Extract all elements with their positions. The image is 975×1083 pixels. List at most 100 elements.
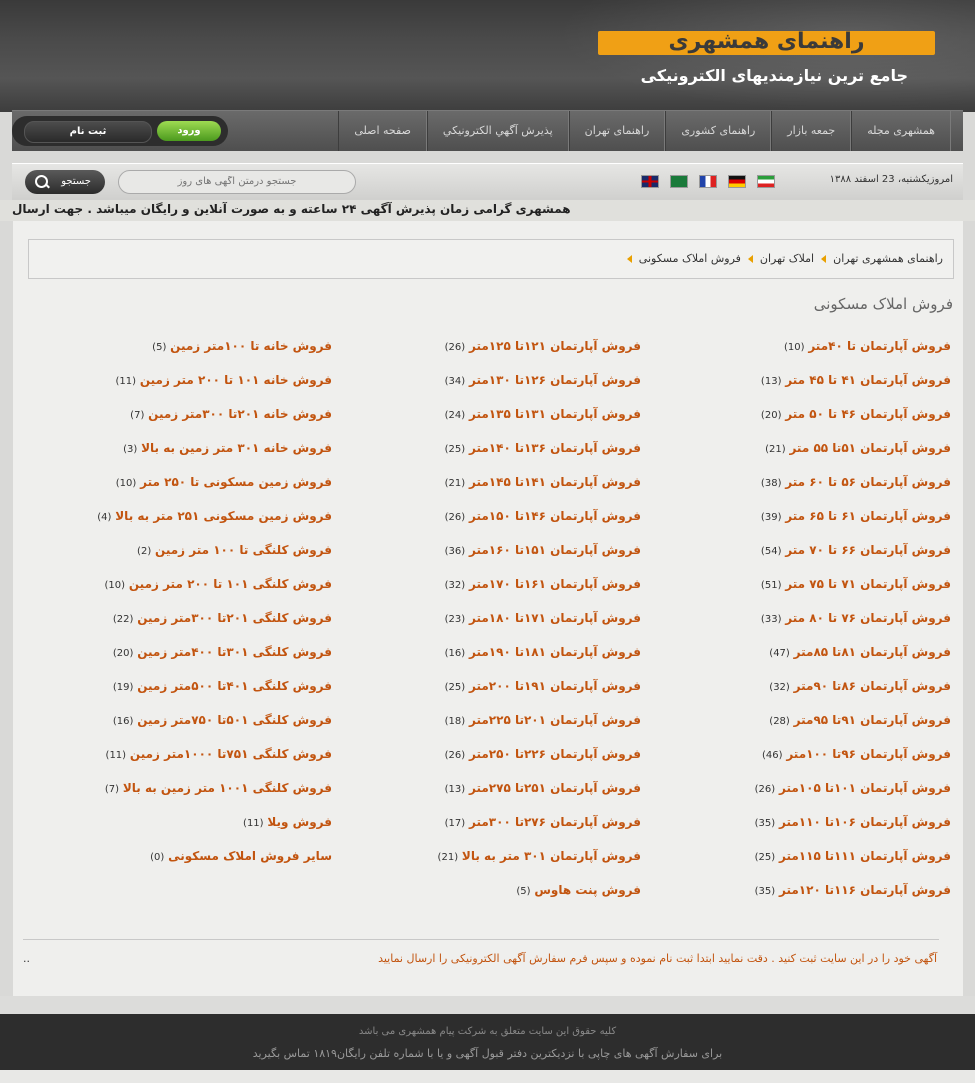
category-link[interactable]: فروش آپارتمان ۹۱تا ۹۵متر: [794, 713, 951, 727]
category-count: (17): [444, 818, 466, 829]
category-count: (0): [150, 852, 165, 863]
category-item: فروش آپارتمان ۱۲۱تا ۱۲۵متر (26): [438, 336, 641, 370]
breadcrumb-item[interactable]: راهنمای همشهری تهران: [833, 252, 943, 265]
nav-item-4[interactable]: راهنمای کشوری: [665, 111, 772, 151]
nav-item-1[interactable]: صفحه اصلی: [338, 111, 427, 151]
category-count: (5): [516, 886, 531, 897]
category-link[interactable]: فروش خانه ۲۰۱تا ۳۰۰متر زمین: [148, 407, 332, 421]
category-link[interactable]: فروش زمین مسکونی تا ۲۵۰ متر: [140, 475, 332, 489]
category-item: فروش آپارتمان ۶۶ تا ۷۰ متر (54): [755, 540, 951, 574]
category-item: فروش آپارتمان ۲۲۶تا ۲۵۰متر (26): [438, 744, 641, 778]
uk-flag-icon[interactable]: [641, 175, 659, 188]
category-item: فروش آپارتمان ۴۱ تا ۴۵ متر (13): [755, 370, 951, 404]
germany-flag-icon[interactable]: [728, 175, 746, 188]
site-tagline: جامع ترین نیازمندیهای الکترونیکی: [640, 66, 908, 85]
category-count: (39): [760, 512, 782, 523]
date-display: امروزیکشنبه، 23 اسفند ۱۳۸۸: [829, 174, 953, 185]
category-link[interactable]: فروش کلنگی ۷۵۱تا ۱۰۰۰متر زمین: [130, 747, 332, 761]
category-link[interactable]: فروش آپارتمان ۶۱ تا ۶۵ متر: [785, 509, 951, 523]
category-item: فروش آپارتمان ۷۱ تا ۷۵ متر (51): [755, 574, 951, 608]
category-link[interactable]: فروش آپارتمان ۹۶تا ۱۰۰متر: [786, 747, 951, 761]
category-link[interactable]: فروش خانه ۳۰۱ متر زمین به بالا: [141, 441, 332, 455]
category-link[interactable]: فروش آپارتمان ۱۲۱تا ۱۲۵متر: [469, 339, 641, 353]
registration-notice[interactable]: آگهی خود را در این سایت ثبت کنید . دقت ن…: [378, 952, 937, 965]
nav-item-3[interactable]: راهنمای تهران: [568, 111, 666, 151]
category-item: فروش آپارتمان ۹۱تا ۹۵متر (28): [755, 710, 951, 744]
search-button[interactable]: جستجو: [25, 170, 105, 194]
category-link[interactable]: فروش آپارتمان ۱۱۱تا ۱۱۵متر: [779, 849, 951, 863]
category-link[interactable]: فروش ویلا: [267, 815, 332, 829]
category-link[interactable]: فروش آپارتمان ۲۲۶تا ۲۵۰متر: [469, 747, 641, 761]
category-count: (2): [137, 546, 152, 557]
site-footer: کلیه حقوق این سایت متعلق به شرکت پیام هم…: [0, 1014, 975, 1070]
category-item: فروش آپارتمان ۱۹۱تا ۲۰۰متر (25): [438, 676, 641, 710]
saudi-flag-icon[interactable]: [670, 175, 688, 188]
category-count: (38): [760, 478, 782, 489]
category-link[interactable]: فروش آپارتمان ۱۰۶تا ۱۱۰متر: [779, 815, 951, 829]
category-link[interactable]: سایر فروش املاک مسکونی: [168, 849, 332, 863]
category-link[interactable]: فروش خانه تا ۱۰۰متر زمین: [170, 339, 332, 353]
register-button[interactable]: ثبت نام: [24, 121, 152, 143]
category-link[interactable]: فروش آپارتمان ۲۵۱تا ۲۷۵متر: [469, 781, 641, 795]
category-count: (25): [444, 682, 466, 693]
category-link[interactable]: فروش آپارتمان ۱۴۱تا ۱۴۵متر: [469, 475, 641, 489]
category-link[interactable]: فروش آپارتمان ۱۱۶تا ۱۲۰متر: [779, 883, 951, 897]
category-count: (32): [769, 682, 790, 693]
category-link[interactable]: فروش کلنگی ۱۰۱ تا ۲۰۰ متر زمین: [129, 577, 332, 591]
category-link[interactable]: فروش آپارتمان ۷۱ تا ۷۵ متر: [785, 577, 951, 591]
category-item: فروش کلنگی ۳۰۱تا ۴۰۰متر زمین (20): [97, 642, 332, 676]
category-link[interactable]: فروش آپارتمان ۱۷۱تا ۱۸۰متر: [469, 611, 641, 625]
category-link[interactable]: فروش زمین مسکونی ۲۵۱ متر به بالا: [115, 509, 332, 523]
category-link[interactable]: فروش پنت هاوس: [534, 883, 641, 897]
category-link[interactable]: فروش آپارتمان تا ۴۰متر: [808, 339, 951, 353]
category-link[interactable]: فروش آپارتمان ۶۶ تا ۷۰ متر: [785, 543, 951, 557]
category-link[interactable]: فروش آپارتمان ۱۳۱تا ۱۳۵متر: [469, 407, 641, 421]
category-link[interactable]: فروش آپارتمان ۱۴۶تا ۱۵۰متر: [469, 509, 641, 523]
category-link[interactable]: فروش آپارتمان ۱۰۱تا ۱۰۵متر: [779, 781, 951, 795]
category-item: فروش خانه ۱۰۱ تا ۲۰۰ متر زمین (11): [97, 370, 332, 404]
france-flag-icon[interactable]: [699, 175, 717, 188]
category-link[interactable]: فروش کلنگی ۱۰۰۱ متر زمین به بالا: [123, 781, 332, 795]
category-link[interactable]: فروش آپارتمان ۱۵۱تا ۱۶۰متر: [469, 543, 641, 557]
category-link[interactable]: فروش کلنگی ۴۰۱تا ۵۰۰متر زمین: [137, 679, 332, 693]
login-button[interactable]: ورود: [157, 121, 221, 141]
breadcrumb-item[interactable]: فروش املاک مسکونی: [639, 252, 741, 265]
breadcrumb-item[interactable]: املاک تهران: [760, 252, 814, 265]
category-item: فروش کلنگی ۱۰۰۱ متر زمین به بالا (7): [97, 778, 332, 812]
search-input[interactable]: [118, 170, 356, 194]
category-link[interactable]: فروش کلنگی ۵۰۱تا ۷۵۰متر زمین: [137, 713, 332, 727]
category-column-1: فروش آپارتمان تا ۴۰متر (10) فروش آپارتمان…: [755, 336, 951, 914]
category-link[interactable]: فروش آپارتمان ۴۱ تا ۴۵ متر: [785, 373, 951, 387]
category-link[interactable]: فروش کلنگی ۳۰۱تا ۴۰۰متر زمین: [137, 645, 332, 659]
category-link[interactable]: فروش آپارتمان ۳۰۱ متر به بالا: [462, 849, 641, 863]
nav-item-2[interactable]: پذيرش آگهي الکترونيکي: [426, 111, 569, 151]
category-link[interactable]: فروش کلنگی تا ۱۰۰ متر زمین: [155, 543, 332, 557]
iran-flag-icon[interactable]: [757, 175, 775, 188]
category-item: فروش آپارتمان ۱۱۶تا ۱۲۰متر (35): [755, 880, 951, 914]
category-link[interactable]: فروش آپارتمان ۵۶ تا ۶۰ متر: [785, 475, 951, 489]
category-link[interactable]: فروش آپارتمان ۱۳۶تا ۱۴۰متر: [469, 441, 641, 455]
category-count: (28): [769, 716, 790, 727]
category-count: (24): [444, 410, 466, 421]
category-link[interactable]: فروش آپارتمان ۲۰۱تا ۲۲۵متر: [469, 713, 641, 727]
category-link[interactable]: فروش آپارتمان ۱۲۶تا ۱۳۰متر: [469, 373, 641, 387]
logo-text[interactable]: راهنمای همشهری: [598, 29, 935, 55]
category-count: (26): [444, 342, 466, 353]
category-link[interactable]: فروش خانه ۱۰۱ تا ۲۰۰ متر زمین: [140, 373, 332, 387]
category-link[interactable]: فروش آپارتمان ۷۶ تا ۸۰ متر: [785, 611, 951, 625]
category-link[interactable]: فروش آپارتمان ۸۶تا ۹۰متر: [794, 679, 951, 693]
category-link[interactable]: فروش کلنگی ۲۰۱تا ۳۰۰متر زمین: [137, 611, 332, 625]
category-link[interactable]: فروش آپارتمان ۲۷۶تا ۳۰۰متر: [469, 815, 641, 829]
category-count: (10): [104, 580, 126, 591]
category-link[interactable]: فروش آپارتمان ۸۱تا ۸۵متر: [794, 645, 951, 659]
category-link[interactable]: فروش آپارتمان ۱۹۱تا ۲۰۰متر: [469, 679, 641, 693]
category-count: (18): [444, 716, 466, 727]
category-link[interactable]: فروش آپارتمان ۱۶۱تا ۱۷۰متر: [469, 577, 641, 591]
category-count: (26): [754, 784, 776, 795]
category-link[interactable]: فروش آپارتمان ۵۱تا ۵۵ متر: [789, 441, 951, 455]
category-link[interactable]: فروش آپارتمان ۱۸۱تا ۱۹۰متر: [469, 645, 641, 659]
category-link[interactable]: فروش آپارتمان ۴۶ تا ۵۰ متر: [785, 407, 951, 421]
nav-item-5[interactable]: جمعه بازار: [771, 111, 852, 151]
category-item: فروش کلنگی تا ۱۰۰ متر زمین (2): [97, 540, 332, 574]
nav-item-6[interactable]: همشهری مجله: [851, 111, 951, 151]
